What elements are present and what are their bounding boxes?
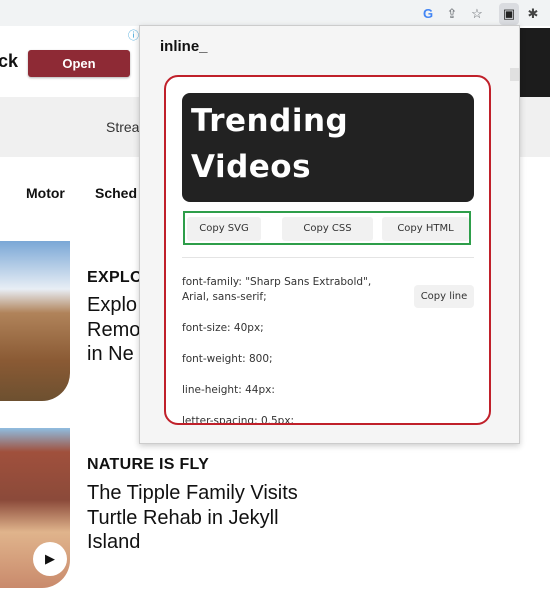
nav-item-motor[interactable]: Motor: [26, 185, 65, 201]
browser-toolbar: G ⇪ ☆ ▣ ✱: [0, 0, 550, 26]
video-thumbnail[interactable]: ▶: [0, 428, 70, 588]
play-icon[interactable]: ▶: [33, 542, 67, 576]
copy-svg-button[interactable]: Copy SVG: [187, 217, 261, 241]
css-line: letter-spacing: 0.5px;: [182, 415, 295, 425]
puzzle-icon[interactable]: ✱: [524, 5, 542, 23]
open-button[interactable]: Open: [28, 50, 130, 77]
copy-line-button[interactable]: Copy line: [414, 285, 474, 308]
inline-logo: inline_: [160, 38, 208, 55]
inline-extension-icon[interactable]: ▣: [499, 3, 519, 25]
ad-text: ck: [0, 51, 19, 71]
element-preview: Trending Videos: [182, 93, 474, 202]
title-line: Island: [87, 531, 141, 553]
css-line: font-size: 40px;: [182, 322, 264, 334]
css-line: font-weight: 800;: [182, 353, 273, 365]
element-inspector-panel: Trending Videos Copy SVG Copy CSS Copy H…: [164, 75, 491, 425]
share-icon[interactable]: ⇪: [443, 5, 461, 23]
css-line: line-height: 44px:: [182, 384, 275, 396]
star-icon[interactable]: ☆: [468, 5, 486, 23]
divider: [182, 257, 474, 258]
google-icon[interactable]: G: [419, 5, 437, 23]
preview-line: Trending: [191, 103, 349, 139]
css-line: font-family: "Sharp Sans Extrabold",: [182, 276, 372, 288]
scrollbar[interactable]: [510, 68, 519, 81]
article-title[interactable]: The Tipple Family Visits Turtle Rehab in…: [87, 481, 347, 555]
article-kicker: EXPLO: [87, 269, 143, 286]
stream-link[interactable]: Strea: [106, 119, 139, 135]
article-kicker: NATURE IS FLY: [87, 456, 210, 473]
copy-css-button[interactable]: Copy CSS: [282, 217, 373, 241]
copy-html-button[interactable]: Copy HTML: [382, 217, 469, 241]
copy-buttons-group: Copy SVG Copy CSS Copy HTML: [183, 211, 471, 245]
ad-info-icon[interactable]: ⓘ: [128, 27, 139, 43]
dark-header-region: [519, 28, 550, 97]
article-thumbnail[interactable]: [0, 241, 70, 401]
css-line: Arial, sans-serif;: [182, 291, 267, 303]
extension-popup: inline_ Trending Videos Copy SVG Copy CS…: [139, 25, 520, 444]
title-line: The Tipple Family Visits: [87, 482, 298, 504]
nav-item-schedule[interactable]: Sched: [95, 185, 137, 201]
title-line: Turtle Rehab in Jekyll: [87, 506, 279, 529]
preview-line: Videos: [191, 149, 312, 185]
